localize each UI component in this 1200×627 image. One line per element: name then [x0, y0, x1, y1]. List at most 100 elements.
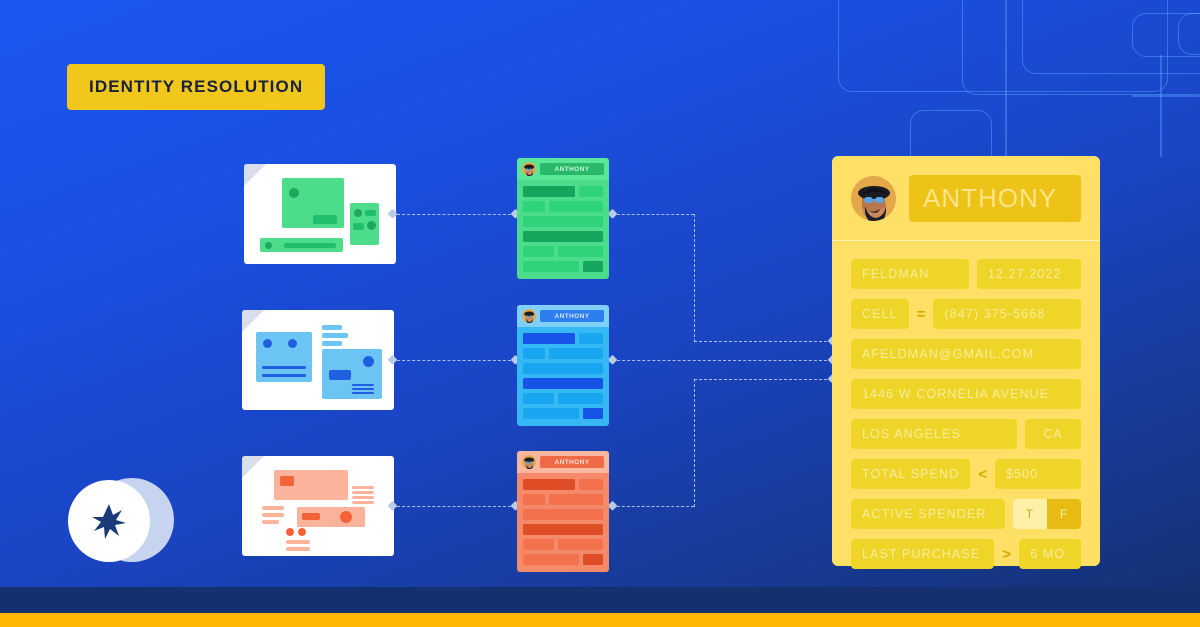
record-bar [557, 539, 603, 550]
active-spender-label[interactable]: ACTIVE SPENDER [851, 499, 1005, 529]
date-field[interactable]: 12.27.2022 [977, 259, 1081, 289]
last-name-field[interactable]: FELDMAN [851, 259, 969, 289]
shape-bar [313, 215, 337, 224]
decorative-line-vertical-2 [1160, 55, 1162, 157]
shape-bar [322, 341, 342, 346]
record-bar [523, 554, 580, 565]
address-field[interactable]: 1446 W CORNELIA AVENUE [851, 379, 1081, 409]
phone-value-field[interactable]: (847) 375-5668 [933, 299, 1081, 329]
record-row [523, 554, 603, 565]
profile-header: ANTHONY [832, 156, 1100, 241]
total-spend-operator: < [978, 465, 988, 483]
record-row [523, 378, 603, 389]
last-purchase-value[interactable]: 6 MO. [1019, 539, 1081, 569]
record-bar [523, 246, 554, 257]
field-row-last-purchase: LAST PURCHASE > 6 MO. [851, 539, 1081, 569]
record-card-red[interactable]: ANTHONY [517, 451, 609, 572]
total-spend-value[interactable]: $500 [995, 459, 1081, 489]
active-spender-toggle[interactable]: T F [1012, 499, 1081, 529]
shape-line [262, 374, 306, 377]
toggle-true-option[interactable]: T [1012, 499, 1047, 529]
avatar [522, 309, 536, 323]
total-spend-label[interactable]: TOTAL SPEND [851, 459, 971, 489]
shape-bar [322, 333, 348, 338]
shape-bar [329, 370, 351, 380]
record-bar [523, 261, 580, 272]
shape-lines-group [352, 501, 374, 504]
source-thumbnail-red[interactable] [242, 456, 394, 556]
record-row [523, 231, 603, 242]
field-row-phone: CELL = (847) 375-5668 [851, 299, 1081, 329]
record-card-green[interactable]: ANTHONY [517, 158, 609, 279]
profile-name-field[interactable]: ANTHONY [909, 175, 1081, 222]
decorative-outline-5 [1178, 13, 1200, 55]
shape-bar [365, 210, 376, 216]
shape-line [352, 384, 374, 386]
decorative-line-vertical [1005, 0, 1007, 157]
avatar-icon [522, 455, 536, 469]
shape-bar [302, 513, 320, 520]
connector-green-to-profile-b [694, 214, 695, 342]
field-row-address: 1446 W CORNELIA AVENUE [851, 379, 1081, 409]
record-name-label: ANTHONY [540, 456, 604, 468]
connector-node [607, 500, 618, 511]
connector-green-to-profile-c [694, 341, 832, 342]
record-bar [523, 539, 554, 550]
shape-bar [262, 506, 284, 510]
shape-bar [286, 547, 310, 551]
record-row [523, 201, 603, 212]
last-purchase-label[interactable]: LAST PURCHASE [851, 539, 995, 569]
record-bar [523, 348, 545, 359]
avatar-icon [522, 162, 536, 176]
connector-red-to-profile-a [612, 506, 694, 507]
record-bar [523, 509, 603, 520]
identity-resolution-badge: IDENTITY RESOLUTION [67, 64, 326, 110]
record-row [523, 246, 603, 257]
record-card-blue[interactable]: ANTHONY [517, 305, 609, 426]
record-name-label: ANTHONY [540, 163, 604, 175]
record-bar [523, 479, 576, 490]
connector-red-to-profile-c [694, 379, 832, 380]
shape-dot [363, 356, 374, 367]
record-bar [548, 494, 603, 505]
source-thumbnail-green[interactable] [244, 164, 396, 264]
shape-dot [298, 528, 306, 536]
record-bar [557, 393, 603, 404]
field-row-city-state: LOS ANGELES CA [851, 419, 1081, 449]
resolved-profile-card[interactable]: ANTHONY FELDMAN 12.27.2022 CELL = (847) … [832, 156, 1100, 569]
shape-bar [286, 540, 310, 544]
record-card-body [517, 473, 609, 572]
shape-dot [289, 188, 299, 198]
shape-line [352, 388, 374, 390]
phone-label-field[interactable]: CELL [851, 299, 909, 329]
logo-front-circle [68, 480, 150, 562]
shape-bar [280, 476, 294, 486]
decorative-line-horizontal [1132, 95, 1200, 97]
record-bar [523, 393, 554, 404]
record-row [523, 479, 603, 490]
toggle-false-option[interactable]: F [1046, 499, 1081, 529]
city-field[interactable]: LOS ANGELES [851, 419, 1017, 449]
phone-operator: = [916, 305, 926, 323]
email-field[interactable]: AFELDMAN@GMAIL.COM [851, 339, 1081, 369]
field-row-total-spend: TOTAL SPEND < $500 [851, 459, 1081, 489]
record-bar [523, 408, 580, 419]
connector-red-to-profile-b [694, 379, 695, 507]
connector-green-to-profile-a [612, 214, 694, 215]
star-burst-icon [92, 504, 126, 539]
corner-fold [242, 456, 264, 478]
shape-dot [286, 528, 294, 536]
record-card-header: ANTHONY [517, 305, 609, 327]
record-row [523, 408, 603, 419]
shape-line [352, 392, 374, 394]
record-bar [523, 186, 576, 197]
connector-blue-left [392, 360, 516, 361]
record-row [523, 524, 603, 535]
record-bar [557, 246, 603, 257]
field-row-active-spender: ACTIVE SPENDER T F [851, 499, 1081, 529]
shape-bar [322, 325, 342, 330]
last-purchase-operator: > [1002, 545, 1011, 563]
source-thumbnail-blue[interactable] [242, 310, 394, 410]
state-field[interactable]: CA [1025, 419, 1081, 449]
avatar-icon [522, 309, 536, 323]
